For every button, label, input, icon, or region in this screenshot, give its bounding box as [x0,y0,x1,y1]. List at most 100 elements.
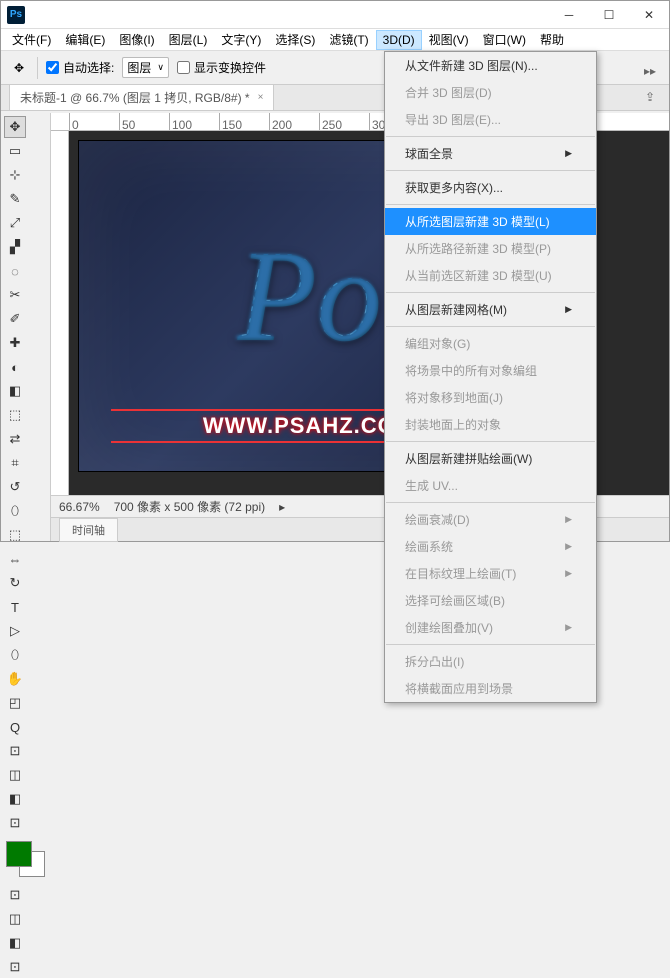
fg-color[interactable] [6,841,32,867]
tool-19[interactable]: ↻ [4,572,26,594]
menu-item: 合并 3D 图层(D) [385,79,596,106]
tool-28[interactable]: ◧ [4,788,26,810]
menu-item: 将横截面应用到场景 [385,675,596,702]
tool-9[interactable]: ✚ [4,332,26,354]
auto-select-label: 自动选择: [63,59,114,76]
show-transform-input[interactable] [177,61,190,74]
close-button[interactable]: ✕ [629,1,669,29]
menu-选择[interactable]: 选择(S) [268,28,322,51]
tool-mode[interactable]: ⊡ [4,956,26,978]
tool-0[interactable]: ✥ [4,116,26,138]
tool-23[interactable]: ✋ [4,668,26,690]
menu-item: 将对象移到地面(J) [385,384,596,411]
zoom-level[interactable]: 66.67% [59,500,100,514]
submenu-arrow-icon: ▶ [565,514,572,525]
menu-item: 在目标纹理上绘画(T)▶ [385,560,596,587]
menu-item[interactable]: 获取更多内容(X)... [385,174,596,201]
tool-6[interactable]: ◌ [4,260,26,282]
menu-3d[interactable]: 3D(D) [376,30,422,50]
tool-18[interactable]: ⇔ [4,548,26,570]
tool-5[interactable]: ▞ [4,236,26,258]
tool-1[interactable]: ▭ [4,140,26,162]
close-tab-icon[interactable]: × [258,92,264,103]
tool-mode[interactable]: ◫ [4,908,26,930]
menu-item[interactable]: 从图层新建网格(M)▶ [385,296,596,323]
info-arrow-icon[interactable]: ▸ [279,500,285,514]
artwork-text: Po [237,221,381,371]
maximize-button[interactable]: ☐ [589,1,629,29]
tool-21[interactable]: ▷ [4,620,26,642]
menu-编辑[interactable]: 编辑(E) [58,28,112,51]
tool-29[interactable]: ⊡ [4,812,26,834]
menu-item: 从所选路径新建 3D 模型(P) [385,235,596,262]
tool-11[interactable]: ◧ [4,380,26,402]
doc-info: 700 像素 x 500 像素 (72 ppi) [114,498,265,515]
submenu-arrow-icon: ▶ [565,622,572,633]
menu-item: 创建绘图叠加(V)▶ [385,614,596,641]
tool-20[interactable]: T [4,596,26,618]
tool-25[interactable]: Q [4,716,26,738]
menu-item: 绘画衰减(D)▶ [385,506,596,533]
tool-10[interactable]: ◐ [4,356,26,378]
submenu-arrow-icon: ▶ [565,304,572,315]
titlebar: Ps ─ ☐ ✕ [1,1,669,29]
menu-item: 封装地面上的对象 [385,411,596,438]
menu-item: 拆分凸出(I) [385,648,596,675]
submenu-arrow-icon: ▶ [565,541,572,552]
tool-mode[interactable]: ◧ [4,932,26,954]
submenu-arrow-icon: ▶ [565,568,572,579]
menu-item: 选择可绘画区域(B) [385,587,596,614]
minimize-button[interactable]: ─ [549,1,589,29]
menu-item: 导出 3D 图层(E)... [385,106,596,133]
menu-视图[interactable]: 视图(V) [422,28,476,51]
menu-item[interactable]: 球面全景▶ [385,140,596,167]
tool-22[interactable]: ⬯ [4,644,26,666]
tool-mode[interactable]: ⊡ [4,884,26,906]
document-tab[interactable]: 未标题-1 @ 66.7% (图层 1 拷贝, RGB/8#) * × [9,84,274,110]
tool-4[interactable]: ⤢ [4,212,26,234]
menu-文字[interactable]: 文字(Y) [214,28,268,51]
menu-item: 生成 UV... [385,472,596,499]
share-icon[interactable]: ⇪ [639,87,661,107]
tool-3[interactable]: ✎ [4,188,26,210]
menu-窗口[interactable]: 窗口(W) [476,28,533,51]
tool-26[interactable]: ⊡ [4,740,26,762]
menu-item: 从当前选区新建 3D 模型(U) [385,262,596,289]
tool-16[interactable]: ⬯ [4,500,26,522]
menu-item[interactable]: 从所选图层新建 3D 模型(L) [385,208,596,235]
tool-14[interactable]: ⌗ [4,452,26,474]
submenu-arrow-icon: ▶ [565,148,572,159]
menu-item[interactable]: 从图层新建拼贴绘画(W) [385,445,596,472]
show-transform-checkbox[interactable]: 显示变换控件 [177,59,266,76]
menu-3d-dropdown: 从文件新建 3D 图层(N)...合并 3D 图层(D)导出 3D 图层(E).… [384,51,597,703]
menubar: 文件(F)编辑(E)图像(I)图层(L)文字(Y)选择(S)滤镜(T)3D(D)… [1,29,669,51]
move-tool-icon: ✥ [9,58,29,78]
menu-图层[interactable]: 图层(L) [162,28,215,51]
menu-图像[interactable]: 图像(I) [112,28,161,51]
menu-帮助[interactable]: 帮助 [533,28,571,51]
menu-item: 编组对象(G) [385,330,596,357]
timeline-tab[interactable]: 时间轴 [59,518,118,542]
tool-27[interactable]: ◫ [4,764,26,786]
menu-item[interactable]: 从文件新建 3D 图层(N)... [385,52,596,79]
tool-24[interactable]: ◰ [4,692,26,714]
tool-2[interactable]: ⊹ [4,164,26,186]
tool-15[interactable]: ↺ [4,476,26,498]
window-controls: ─ ☐ ✕ [549,1,669,29]
tool-13[interactable]: ⇄ [4,428,26,450]
menu-滤镜[interactable]: 滤镜(T) [322,28,375,51]
tool-17[interactable]: ⬚ [4,524,26,546]
toolbox: ✥▭⊹✎⤢▞◌✂✐✚◐◧⬚⇄⌗↺⬯⬚⇔↻T▷⬯✋◰Q⊡◫◧⊡⊡◫◧⊡ [1,113,51,541]
color-swatch[interactable] [4,839,47,879]
panel-toggle-icon[interactable]: ▸▸ [639,61,661,81]
tool-7[interactable]: ✂ [4,284,26,306]
ruler-vertical [51,131,69,495]
tool-12[interactable]: ⬚ [4,404,26,426]
auto-select-checkbox[interactable]: 自动选择: [46,59,114,76]
right-panel-strip: ▸▸ ⇪ [639,57,665,107]
auto-select-target-dropdown[interactable]: 图层∨ [122,57,169,78]
tool-8[interactable]: ✐ [4,308,26,330]
menu-item: 绘画系统▶ [385,533,596,560]
auto-select-input[interactable] [46,61,59,74]
menu-文件[interactable]: 文件(F) [5,28,58,51]
